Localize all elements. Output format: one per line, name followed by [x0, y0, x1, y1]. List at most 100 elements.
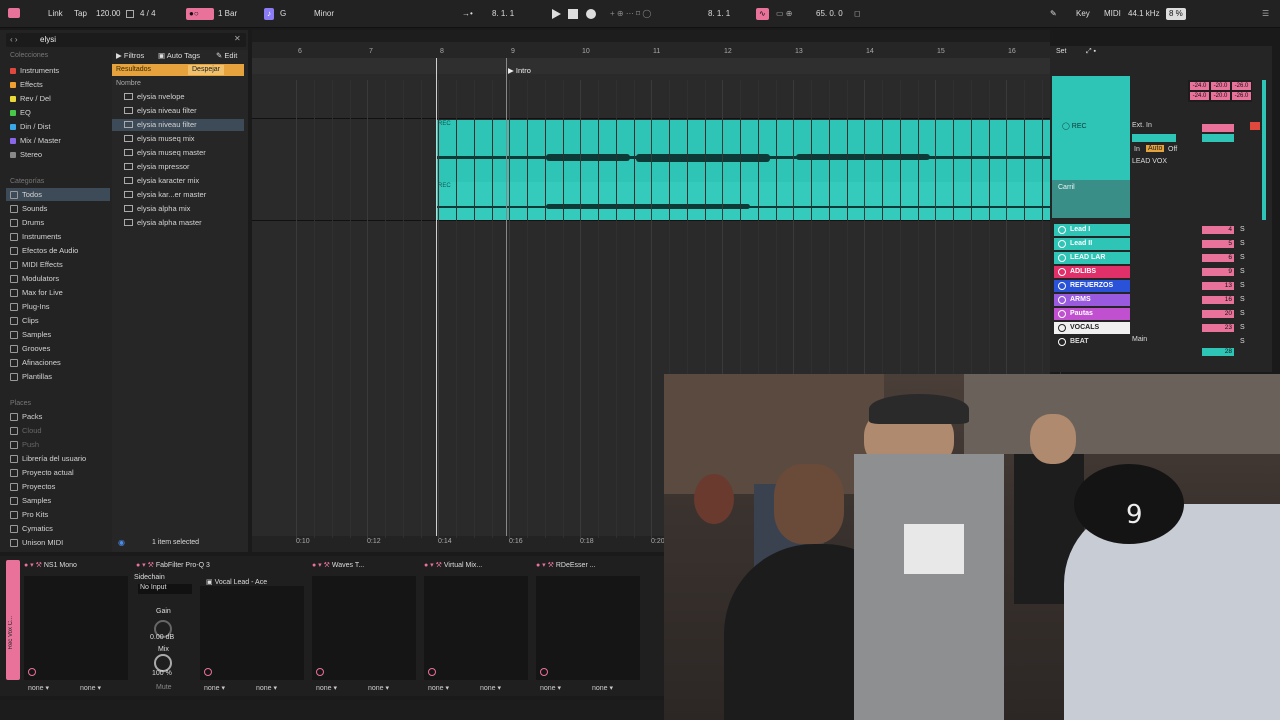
track-volume[interactable]: 9 — [1202, 268, 1234, 276]
preset-name[interactable]: ▣ Vocal Lead - Ace — [206, 578, 267, 586]
category-item[interactable]: Efectos de Audio — [10, 244, 78, 257]
draw-mode-icon[interactable]: ∿ — [756, 8, 769, 20]
result-item[interactable]: elysia nvelope — [124, 90, 185, 103]
filters-button[interactable]: ▶ Filtros — [116, 51, 144, 60]
tap-button[interactable]: Tap — [74, 8, 87, 20]
device-panel[interactable] — [312, 576, 416, 680]
track-volume[interactable]: 4 — [1202, 226, 1234, 234]
key-map-button[interactable]: Key — [1076, 8, 1090, 20]
place-item[interactable]: Packs — [10, 410, 42, 423]
result-item[interactable]: elysia mpressor — [124, 160, 190, 173]
category-item[interactable]: Grooves — [10, 342, 50, 355]
macro-select[interactable]: none ▾ — [368, 684, 389, 692]
power-icon[interactable]: ● ▾ ⚒ — [312, 562, 330, 569]
midi-map-button[interactable]: MIDI — [1104, 8, 1121, 20]
device-panel[interactable] — [424, 576, 528, 680]
category-item[interactable]: Sounds — [10, 202, 47, 215]
collection-item[interactable]: Instruments — [10, 64, 59, 77]
result-item[interactable]: elysia museq master — [124, 146, 206, 159]
track-header[interactable]: Pautas — [1054, 308, 1130, 320]
device-header[interactable]: ● ▾ ⚒ Waves T... — [312, 560, 364, 572]
solo-button[interactable]: S — [1240, 240, 1245, 247]
back-icon[interactable]: ‹ › — [10, 35, 18, 44]
track-volume[interactable]: 20 — [1202, 310, 1234, 318]
track-volume[interactable]: 13 — [1202, 282, 1234, 290]
solo-button[interactable]: S — [1240, 338, 1245, 345]
audio-clip-rec-2[interactable]: REC — [436, 182, 1050, 220]
monitor-in[interactable]: In — [1134, 146, 1140, 153]
power-icon[interactable]: ● ▾ ⚒ — [136, 562, 154, 569]
clear-button[interactable]: Despejar — [188, 65, 225, 75]
category-item[interactable]: Max for Live — [10, 286, 63, 299]
macro-select[interactable]: none ▾ — [480, 684, 501, 692]
collection-item[interactable]: Rev / Del — [10, 92, 51, 105]
device-knob-icon[interactable] — [316, 668, 324, 676]
macro-select[interactable]: none ▾ — [428, 684, 449, 692]
pencil-icon[interactable]: ✎ — [1050, 8, 1057, 20]
track-volume[interactable]: 23 — [1202, 324, 1234, 332]
info-icon[interactable]: ◉ — [118, 538, 125, 547]
category-item[interactable]: Plantillas — [10, 370, 52, 383]
category-item[interactable]: Afinaciones — [10, 356, 61, 369]
track-volume[interactable]: 16 — [1202, 296, 1234, 304]
place-item[interactable]: Cloud — [10, 424, 42, 437]
category-item[interactable]: Samples — [10, 328, 51, 341]
macro-select[interactable]: none ▾ — [592, 684, 613, 692]
device-knob-icon[interactable] — [28, 668, 36, 676]
loop-length-field[interactable]: 65. 0. 0 — [816, 8, 843, 20]
punch-icon[interactable]: ◻ — [854, 8, 861, 20]
input-channel[interactable] — [1132, 134, 1176, 142]
name-column-header[interactable]: Nombre — [116, 80, 141, 87]
power-icon[interactable]: ● ▾ ⚒ — [424, 562, 442, 569]
place-item[interactable]: Proyecto actual — [10, 466, 74, 479]
device-knob-icon[interactable] — [428, 668, 436, 676]
place-item[interactable]: Cymatics — [10, 522, 53, 535]
collection-item[interactable]: Din / Dist — [10, 120, 50, 133]
locator-intro[interactable]: ▶ Intro — [508, 66, 531, 75]
macro-select[interactable]: none ▾ — [80, 684, 101, 692]
overview-strip[interactable] — [252, 30, 1050, 42]
stop-button[interactable] — [568, 9, 578, 21]
rec-volume[interactable] — [1202, 124, 1234, 132]
collection-item[interactable]: Stereo — [10, 148, 42, 161]
solo-button[interactable]: S — [1240, 226, 1245, 233]
rec-pan[interactable] — [1202, 134, 1234, 142]
search-field[interactable]: ‹ › elysi ✕ — [6, 33, 246, 47]
key-select[interactable]: G — [280, 8, 286, 20]
monitor-off[interactable]: Off — [1168, 146, 1177, 153]
sidechain-input[interactable]: No Input — [138, 584, 192, 594]
place-item[interactable]: Push — [10, 438, 39, 451]
follow-arrow-icon[interactable]: →• — [462, 8, 473, 20]
collection-item[interactable]: Effects — [10, 78, 43, 91]
category-item[interactable]: Instruments — [10, 230, 61, 243]
track-header[interactable]: LEAD LAR — [1054, 252, 1130, 264]
macro-select[interactable]: none ▾ — [204, 684, 225, 692]
device-header[interactable]: ● ▾ ⚒ Virtual Mix... — [424, 560, 482, 572]
category-item[interactable]: MIDI Effects — [10, 258, 63, 271]
collection-item[interactable]: EQ — [10, 106, 31, 119]
menu-icon[interactable]: ☰ — [1262, 8, 1269, 20]
result-item[interactable]: elysia alpha mix — [124, 202, 190, 215]
track-header[interactable]: VOCALS — [1054, 322, 1130, 334]
autotags-button[interactable]: ▣ Auto Tags — [158, 51, 200, 60]
clear-search-icon[interactable]: ✕ — [234, 34, 241, 43]
playhead[interactable] — [436, 58, 437, 540]
audio-clip-rec-1[interactable]: REC — [436, 120, 1050, 182]
result-item[interactable]: elysia alpha master — [124, 216, 202, 229]
track-header[interactable]: Lead II — [1054, 238, 1130, 250]
expand-icon[interactable]: ⤢ ▪ — [1086, 48, 1096, 56]
category-item[interactable]: Clips — [10, 314, 39, 327]
category-item[interactable]: Modulators — [10, 272, 59, 285]
category-item[interactable]: Drums — [10, 216, 44, 229]
locator-lane[interactable] — [252, 58, 1050, 74]
solo-button[interactable]: S — [1240, 296, 1245, 303]
macro-select[interactable]: none ▾ — [256, 684, 277, 692]
power-icon[interactable]: ● ▾ ⚒ — [536, 562, 554, 569]
device-header[interactable]: ● ▾ ⚒ NS1 Mono — [24, 560, 77, 572]
track-header[interactable]: ARMS — [1054, 294, 1130, 306]
result-item[interactable]: elysia niveau filter — [124, 118, 197, 131]
track-header[interactable]: REFUERZOS — [1054, 280, 1130, 292]
track-volume[interactable]: 28 — [1202, 348, 1234, 356]
device-panel[interactable] — [24, 576, 128, 680]
result-item[interactable]: elysia karacter mix — [124, 174, 199, 187]
